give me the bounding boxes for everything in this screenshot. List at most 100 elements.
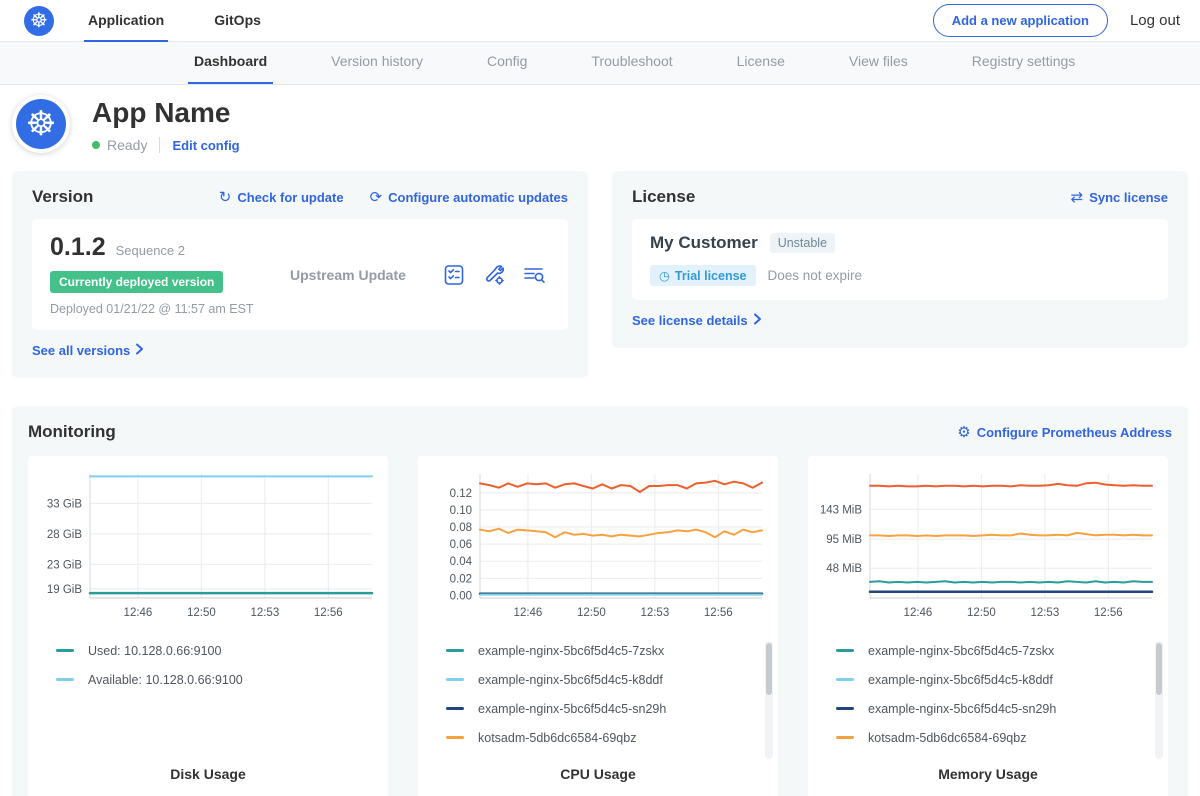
license-card-title: License	[632, 187, 695, 207]
svg-text:0.08: 0.08	[450, 522, 472, 534]
top-nav: ☸ Application GitOps Add a new applicati…	[0, 0, 1200, 42]
legend-item: example-nginx-5bc6f5d4c5-7zskx	[446, 636, 768, 665]
license-details-row: My Customer Unstable ◷ Trial license Doe…	[632, 219, 1168, 300]
legend-color-dash	[836, 736, 854, 739]
sync-license-link[interactable]: ⇄ Sync license	[1071, 190, 1168, 205]
tab-registry-settings[interactable]: Registry settings	[966, 53, 1081, 84]
legend-item: example-nginx-5bc6f5d4c5-7zskx	[836, 636, 1158, 665]
legend-color-dash	[836, 678, 854, 681]
svg-text:19 GiB: 19 GiB	[47, 584, 82, 596]
legend-item: example-nginx-5bc6f5d4c5-sn29h	[836, 694, 1158, 723]
chart-title: Memory Usage	[818, 766, 1158, 790]
see-license-details-label: See license details	[632, 313, 748, 328]
svg-text:33 GiB: 33 GiB	[47, 498, 82, 510]
edit-config-wrench-icon[interactable]	[482, 263, 506, 287]
legend-item: kotsadm-5db6dc6584-69qbz	[446, 723, 768, 752]
svg-text:12:50: 12:50	[577, 607, 606, 619]
memory-usage-chart: 12:4612:5012:5312:56143 MiB95 MiB48 MiB	[818, 468, 1158, 626]
svg-text:0.12: 0.12	[450, 488, 472, 500]
svg-text:0.02: 0.02	[450, 573, 472, 585]
disk-usage-legend: Used: 10.128.0.66:9100Available: 10.128.…	[56, 636, 378, 754]
legend-label: example-nginx-5bc6f5d4c5-7zskx	[478, 644, 664, 658]
legend-color-dash	[56, 678, 74, 681]
version-card: Version ↻ Check for update ⟳ Configure a…	[12, 171, 588, 378]
legend-label: kotsadm-5db6dc6584-69qbz	[868, 731, 1026, 745]
disk-usage-chart-card: 12:4612:5012:5312:5633 GiB28 GiB23 GiB19…	[28, 456, 388, 796]
tab-application-label: Application	[88, 12, 164, 28]
legend-item: example-nginx-5bc6f5d4c5-k8ddf	[446, 665, 768, 694]
see-license-details-link[interactable]: See license details	[632, 313, 762, 328]
see-all-versions-link[interactable]: See all versions	[32, 343, 144, 358]
version-card-title: Version	[32, 187, 93, 207]
currently-deployed-badge: Currently deployed version	[50, 271, 223, 293]
tab-application[interactable]: Application	[84, 0, 168, 42]
legend-label: example-nginx-5bc6f5d4c5-sn29h	[868, 702, 1056, 716]
svg-text:12:50: 12:50	[967, 607, 996, 619]
divider	[159, 137, 160, 153]
svg-text:12:46: 12:46	[124, 607, 153, 619]
tab-gitops[interactable]: GitOps	[210, 0, 265, 42]
svg-text:0.10: 0.10	[450, 505, 472, 517]
check-for-update-link[interactable]: ↻ Check for update	[219, 190, 344, 205]
svg-text:23 GiB: 23 GiB	[47, 559, 82, 571]
svg-text:12:53: 12:53	[250, 607, 279, 619]
svg-text:12:46: 12:46	[514, 607, 543, 619]
chart-title: Disk Usage	[38, 766, 378, 790]
legend-scrollbar[interactable]	[1155, 641, 1163, 759]
tab-troubleshoot[interactable]: Troubleshoot	[585, 53, 678, 84]
svg-text:0.06: 0.06	[450, 539, 472, 551]
version-number: 0.1.2	[50, 233, 106, 262]
tab-config[interactable]: Config	[481, 53, 533, 84]
svg-text:0.00: 0.00	[450, 590, 472, 602]
view-diff-icon[interactable]	[522, 263, 546, 287]
svg-text:12:56: 12:56	[314, 607, 343, 619]
chevron-right-icon	[753, 313, 762, 328]
version-source-label: Upstream Update	[290, 267, 442, 283]
legend-item: example-nginx-5bc6f5d4c5-k8ddf	[836, 665, 1158, 694]
configure-prometheus-label: Configure Prometheus Address	[977, 425, 1172, 440]
disk-usage-chart: 12:4612:5012:5312:5633 GiB28 GiB23 GiB19…	[38, 468, 378, 626]
svg-text:143 MiB: 143 MiB	[820, 504, 863, 516]
configure-prometheus-link[interactable]: ⚙ Configure Prometheus Address	[957, 425, 1172, 440]
chevron-right-icon	[135, 343, 144, 358]
tab-license[interactable]: License	[731, 53, 791, 84]
tab-gitops-label: GitOps	[214, 12, 261, 28]
see-all-versions-label: See all versions	[32, 343, 130, 358]
chart-title: CPU Usage	[428, 766, 768, 790]
add-new-application-button[interactable]: Add a new application	[933, 4, 1108, 37]
clock-refresh-icon: ⟳	[370, 190, 383, 205]
svg-text:48 MiB: 48 MiB	[826, 563, 862, 575]
legend-label: Available: 10.128.0.66:9100	[88, 673, 243, 687]
legend-scrollbar-thumb[interactable]	[766, 643, 772, 695]
legend-color-dash	[446, 707, 464, 710]
trial-license-badge: ◷ Trial license	[650, 265, 756, 286]
svg-text:12:56: 12:56	[1094, 607, 1123, 619]
svg-text:12:53: 12:53	[1030, 607, 1059, 619]
app-logo: ☸	[12, 95, 70, 153]
configure-automatic-updates-link[interactable]: ⟳ Configure automatic updates	[370, 190, 568, 205]
current-version-row: 0.1.2 Sequence 2 Currently deployed vers…	[32, 219, 568, 330]
sync-license-label: Sync license	[1089, 190, 1168, 205]
tab-version-history[interactable]: Version history	[325, 53, 429, 84]
monitoring-section: Monitoring ⚙ Configure Prometheus Addres…	[12, 406, 1188, 796]
legend-scrollbar-thumb[interactable]	[1156, 643, 1162, 695]
svg-text:12:53: 12:53	[640, 607, 669, 619]
gear-icon: ⚙	[957, 425, 970, 440]
preflight-checks-icon[interactable]	[442, 263, 466, 287]
memory-usage-legend: example-nginx-5bc6f5d4c5-7zskx example-ng…	[836, 636, 1158, 754]
app-sub-nav: Dashboard Version history Config Trouble…	[0, 42, 1200, 85]
legend-item: Available: 10.128.0.66:9100	[56, 665, 378, 694]
edit-config-link[interactable]: Edit config	[172, 138, 239, 153]
legend-label: example-nginx-5bc6f5d4c5-sn29h	[478, 702, 666, 716]
log-out-button[interactable]: Log out	[1130, 12, 1180, 29]
legend-label: example-nginx-5bc6f5d4c5-k8ddf	[868, 673, 1053, 687]
legend-color-dash	[836, 649, 854, 652]
status-dot	[92, 141, 100, 149]
kubernetes-app-icon: ☸	[16, 99, 66, 149]
tab-view-files[interactable]: View files	[843, 53, 914, 84]
kubernetes-logo-icon[interactable]: ☸	[24, 6, 54, 36]
page-title: App Name	[92, 97, 240, 129]
legend-scrollbar[interactable]	[765, 641, 773, 759]
sequence-label: Sequence 2	[116, 243, 185, 258]
tab-dashboard[interactable]: Dashboard	[188, 53, 273, 84]
